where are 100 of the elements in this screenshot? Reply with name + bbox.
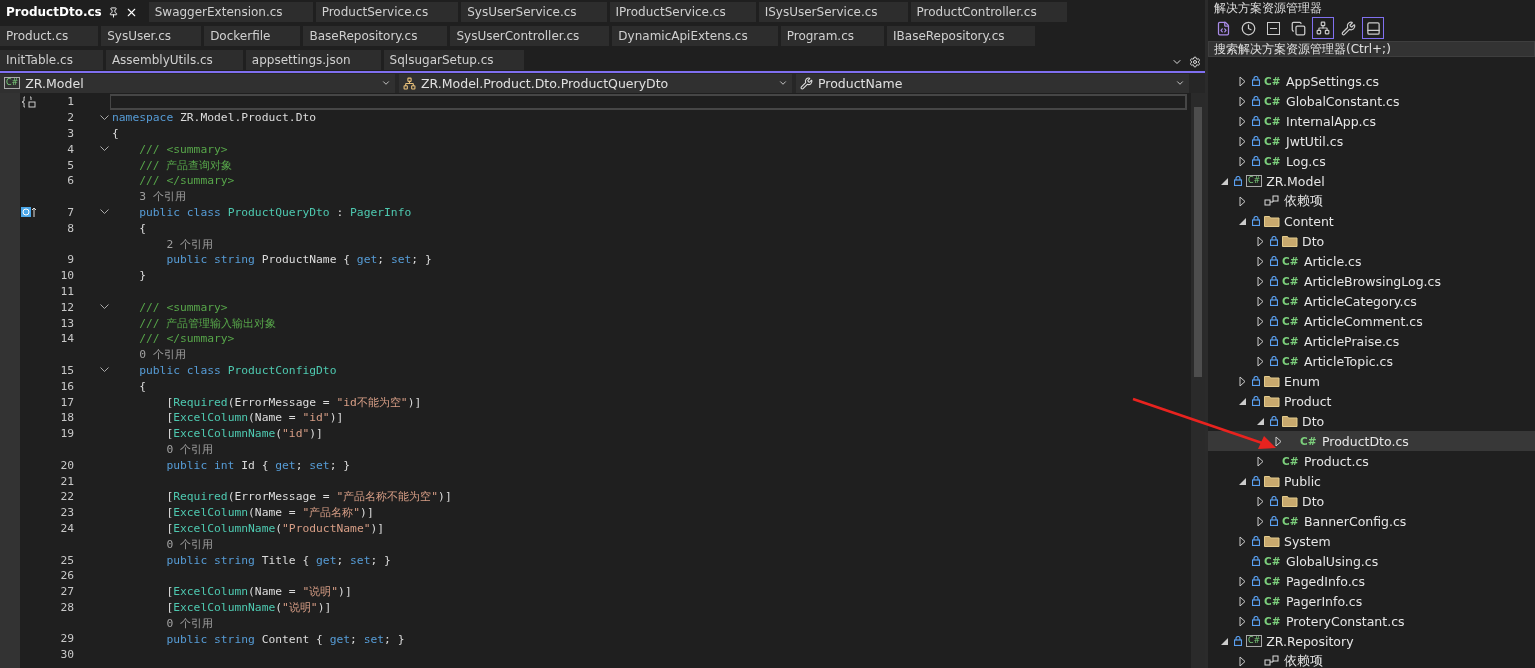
expand-icon[interactable] — [1238, 75, 1246, 87]
expand-icon[interactable] — [1238, 135, 1246, 147]
collapse-icon[interactable] — [1238, 217, 1246, 225]
fold-icon[interactable] — [100, 114, 109, 121]
reference-count[interactable]: 0 个引用 — [112, 536, 213, 552]
tree-item[interactable]: C# PagedInfo.cs — [1208, 571, 1535, 591]
tree-item[interactable]: Public — [1208, 471, 1535, 491]
tree-item[interactable]: Dto — [1208, 231, 1535, 251]
document-tab[interactable]: Product.cs — [0, 26, 99, 46]
document-tab[interactable]: SysUser.cs — [101, 26, 202, 46]
tree-item[interactable]: Dto — [1208, 411, 1535, 431]
toolbar-button[interactable] — [1362, 17, 1384, 39]
reference-count[interactable]: 0 个引用 — [112, 615, 213, 631]
expand-icon[interactable] — [1256, 455, 1264, 467]
document-tab[interactable]: AssemblyUtils.cs — [105, 50, 243, 70]
folder-icon — [1282, 235, 1298, 247]
reference-count[interactable]: 3 个引用 — [112, 189, 186, 205]
tree-item[interactable]: C# ArticleTopic.cs — [1208, 351, 1535, 371]
fold-icon[interactable] — [100, 146, 109, 153]
document-tab[interactable]: SysUserService.cs — [461, 2, 607, 22]
document-tab[interactable]: appsettings.json — [245, 50, 381, 70]
tree-item[interactable]: C# ArticleCategory.cs — [1208, 291, 1535, 311]
tree-item[interactable]: C# ZR.Repository — [1208, 631, 1535, 651]
collapse-icon[interactable] — [1238, 397, 1246, 405]
expand-icon[interactable] — [1256, 355, 1264, 367]
tree-item[interactable]: System — [1208, 531, 1535, 551]
tree-item[interactable]: C# ArticleComment.cs — [1208, 311, 1535, 331]
expand-icon[interactable] — [1256, 275, 1264, 287]
expand-icon[interactable] — [1238, 115, 1246, 127]
document-tab[interactable]: Dockerfile — [204, 26, 301, 46]
expand-icon[interactable] — [1238, 575, 1246, 587]
tree-item[interactable]: C# GlobalUsing.cs — [1208, 551, 1535, 571]
reference-count[interactable]: 0 个引用 — [112, 441, 213, 457]
document-tab[interactable]: ProductController.cs — [910, 2, 1067, 22]
tree-item[interactable]: C# Log.cs — [1208, 151, 1535, 171]
tree-item[interactable]: C# GlobalConstant.cs — [1208, 91, 1535, 111]
tree-item[interactable]: Product — [1208, 391, 1535, 411]
document-tab[interactable]: InitTable.cs — [0, 50, 103, 70]
tree-item[interactable]: C# ArticleBrowsingLog.cs — [1208, 271, 1535, 291]
expand-icon[interactable] — [1238, 95, 1246, 107]
tree-item[interactable]: Dto — [1208, 491, 1535, 511]
tree-item[interactable]: C# ZR.Model — [1208, 171, 1535, 191]
expand-icon[interactable] — [1256, 495, 1264, 507]
fold-icon[interactable] — [100, 367, 109, 374]
tree-item[interactable]: C# AppSettings.cs — [1208, 71, 1535, 91]
expand-icon[interactable] — [1238, 535, 1246, 547]
document-tab[interactable]: SqlsugarSetup.cs — [383, 50, 524, 70]
item-label: ArticlePraise.cs — [1304, 333, 1400, 349]
reference-count[interactable]: 2 个引用 — [112, 236, 213, 252]
document-tab[interactable]: BaseRepository.cs — [303, 26, 448, 46]
expand-icon[interactable] — [1256, 295, 1264, 307]
tree-item[interactable]: C# InternalApp.cs — [1208, 111, 1535, 131]
expand-icon[interactable] — [1256, 255, 1264, 267]
settings-icon[interactable] — [1189, 56, 1201, 68]
document-tab[interactable]: ISysUserService.cs — [758, 2, 908, 22]
tree-item[interactable]: C# ProteryConstant.cs — [1208, 611, 1535, 631]
document-tab[interactable]: DynamicApiExtens.cs — [612, 26, 778, 46]
scrollbar[interactable] — [1191, 93, 1205, 668]
document-tab[interactable]: Program.cs — [780, 26, 884, 46]
csharp-file-icon: C# — [1282, 315, 1300, 327]
expand-icon[interactable] — [1238, 195, 1246, 207]
fold-icon[interactable] — [100, 304, 109, 311]
tree-item[interactable]: C# ProductDto.cs — [1208, 431, 1535, 451]
tree-item[interactable]: 依赖项 — [1208, 191, 1535, 211]
collapse-icon[interactable] — [1220, 637, 1228, 645]
expand-icon[interactable] — [1238, 155, 1246, 167]
tree-item[interactable]: 依赖项 — [1208, 651, 1535, 668]
expand-icon[interactable] — [1256, 515, 1264, 527]
type-dropdown[interactable]: ZR.Model.Product.Dto.ProductQueryDto — [399, 73, 792, 93]
document-tab[interactable]: IProductService.cs — [609, 2, 756, 22]
tree-item[interactable]: C# PagerInfo.cs — [1208, 591, 1535, 611]
expand-icon[interactable] — [1256, 335, 1264, 347]
toolbar-button[interactable] — [1312, 17, 1334, 39]
tree-item[interactable]: C# Product.cs — [1208, 451, 1535, 471]
tree-item[interactable]: C# Article.cs — [1208, 251, 1535, 271]
document-tab[interactable]: IBaseRepository.cs — [887, 26, 1035, 46]
reference-count[interactable]: 0 个引用 — [112, 347, 186, 363]
tree-item[interactable]: C# JwtUtil.cs — [1208, 131, 1535, 151]
expand-icon[interactable] — [1238, 595, 1246, 607]
expand-icon[interactable] — [1256, 235, 1264, 247]
tree-item[interactable]: Content — [1208, 211, 1535, 231]
expand-icon[interactable] — [1238, 375, 1246, 387]
expand-icon[interactable] — [1274, 435, 1282, 447]
expand-icon[interactable] — [1238, 615, 1246, 627]
tree-item[interactable]: Enum — [1208, 371, 1535, 391]
tree-item[interactable]: C# BannerConfig.cs — [1208, 511, 1535, 531]
member-dropdown[interactable]: ProductName — [796, 73, 1189, 93]
expand-icon[interactable] — [1256, 315, 1264, 327]
collapse-icon[interactable] — [1238, 477, 1246, 485]
search-field[interactable]: 搜索解决方案资源管理器(Ctrl+;) — [1208, 41, 1535, 57]
line-number: 10 — [59, 269, 74, 283]
document-tab[interactable]: SysUserController.cs — [450, 26, 610, 46]
project-dropdown[interactable]: C# ZR.Model — [0, 73, 395, 93]
document-tab[interactable]: ProductService.cs — [315, 2, 459, 22]
document-tab[interactable]: SwaggerExtension.cs — [148, 2, 313, 22]
tree-item[interactable]: C# ArticlePraise.cs — [1208, 331, 1535, 351]
fold-icon[interactable] — [100, 209, 109, 216]
expand-icon[interactable] — [1238, 655, 1246, 667]
collapse-icon[interactable] — [1256, 417, 1264, 425]
collapse-icon[interactable] — [1220, 177, 1228, 185]
